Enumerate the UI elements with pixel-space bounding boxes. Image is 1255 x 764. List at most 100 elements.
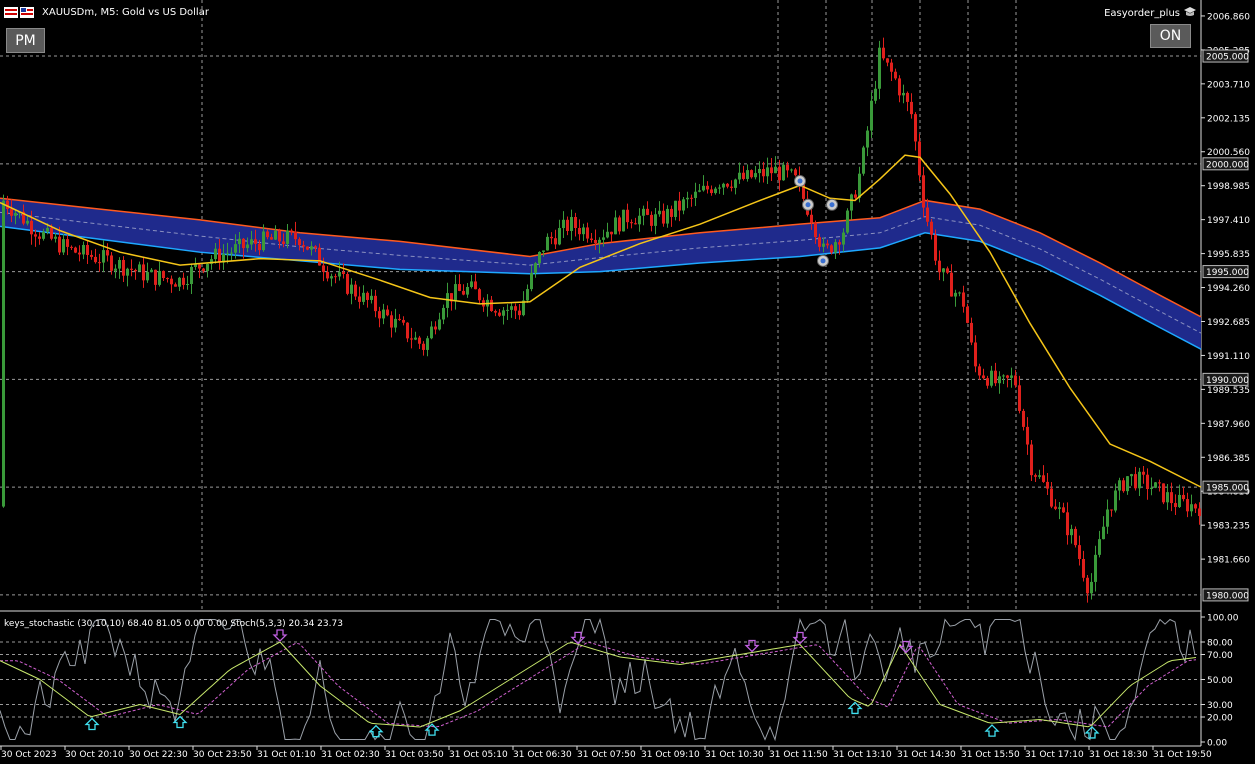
candle: [1126, 476, 1129, 495]
candle: [882, 37, 885, 61]
candle: [414, 331, 417, 341]
candle: [498, 309, 501, 317]
candle: [558, 219, 561, 246]
candle: [790, 168, 793, 173]
candle: [1150, 477, 1153, 496]
candle: [274, 225, 277, 240]
candle: [990, 365, 993, 388]
candle: [726, 183, 729, 189]
level-label: 1980.000: [1202, 588, 1249, 602]
candle: [1154, 482, 1157, 489]
candle: [1026, 417, 1029, 455]
candle: [954, 289, 957, 307]
candle: [950, 264, 953, 297]
candle: [426, 335, 429, 357]
candle: [366, 291, 369, 308]
candle: [178, 276, 181, 292]
candle: [374, 289, 377, 318]
candle: [326, 266, 329, 282]
candle: [898, 75, 901, 103]
candle: [1058, 502, 1061, 520]
candle: [1086, 574, 1089, 603]
candle: [1082, 550, 1085, 582]
candle: [642, 205, 645, 226]
candle: [646, 201, 649, 216]
candle: [718, 184, 721, 194]
candle: [402, 316, 405, 326]
candle: [454, 274, 457, 310]
candle: [686, 191, 689, 209]
candle: [770, 157, 773, 181]
candle: [378, 306, 381, 328]
time-label: 31 Oct 01:10: [257, 750, 316, 760]
candle: [698, 183, 701, 193]
moving-average: [0, 154, 1202, 488]
candle: [1110, 509, 1113, 517]
arrow-up-icon: [984, 724, 1000, 737]
candle: [190, 263, 193, 295]
candle: [1038, 469, 1041, 479]
candle: [358, 286, 361, 309]
candle: [206, 263, 209, 278]
candle: [878, 40, 881, 100]
candle: [502, 306, 505, 325]
time-label: 31 Oct 09:10: [641, 750, 700, 760]
candle: [634, 217, 637, 225]
candle: [386, 305, 389, 317]
candle: [350, 278, 353, 305]
trade-marker-icon[interactable]: [817, 254, 829, 267]
candle: [466, 282, 469, 298]
candle: [1046, 472, 1049, 496]
candle: [834, 239, 837, 259]
indicator-header: keys_stochastic (30,10,10) 68.40 81.05 0…: [4, 619, 343, 629]
candle: [346, 271, 349, 296]
candle: [102, 240, 105, 272]
candle: [1178, 484, 1181, 509]
candle: [694, 182, 697, 207]
candle: [362, 285, 365, 305]
candle: [774, 156, 777, 174]
trade-marker-icon[interactable]: [826, 198, 838, 211]
level-value: 1985.000: [1206, 484, 1249, 494]
candle: [138, 261, 141, 272]
time-label: 31 Oct 06:30: [513, 750, 572, 760]
time-label: 31 Oct 02:30: [321, 750, 380, 760]
candle: [1158, 479, 1161, 492]
candle: [390, 311, 393, 338]
time-label: 30 Oct 23:50: [193, 750, 252, 760]
candle: [146, 262, 149, 283]
candle: [1014, 369, 1017, 388]
candle: [342, 263, 345, 279]
candle: [690, 194, 693, 207]
candle: [978, 363, 981, 380]
candle: [866, 126, 869, 157]
candle: [706, 181, 709, 194]
candle: [1098, 530, 1101, 558]
candle: [674, 200, 677, 221]
price-label: 1995.835: [1207, 250, 1250, 260]
candle: [678, 191, 681, 222]
time-label: 31 Oct 15:50: [961, 750, 1020, 760]
candle: [522, 291, 525, 317]
candle: [90, 250, 93, 260]
candle: [958, 291, 961, 297]
candle: [34, 229, 37, 247]
candle: [1070, 524, 1073, 544]
price-chart[interactable]: 2006.8602005.2852003.7102002.1352000.560…: [0, 0, 1255, 764]
time-label: 30 Oct 2023: [1, 750, 57, 760]
candle: [62, 234, 65, 255]
candle: [962, 285, 965, 313]
candle: [574, 212, 577, 237]
candle: [150, 267, 153, 273]
candle: [942, 268, 945, 282]
level-label: 1990.000: [1202, 372, 1249, 386]
trade-marker-icon[interactable]: [794, 175, 806, 188]
candle: [78, 245, 81, 262]
candle: [1018, 375, 1021, 414]
candle: [1006, 374, 1009, 388]
envelope-band: [0, 197, 1202, 350]
candle: [746, 164, 749, 182]
candle: [782, 161, 785, 181]
price-label: 1991.110: [1207, 352, 1250, 362]
trade-marker-icon[interactable]: [802, 198, 814, 211]
